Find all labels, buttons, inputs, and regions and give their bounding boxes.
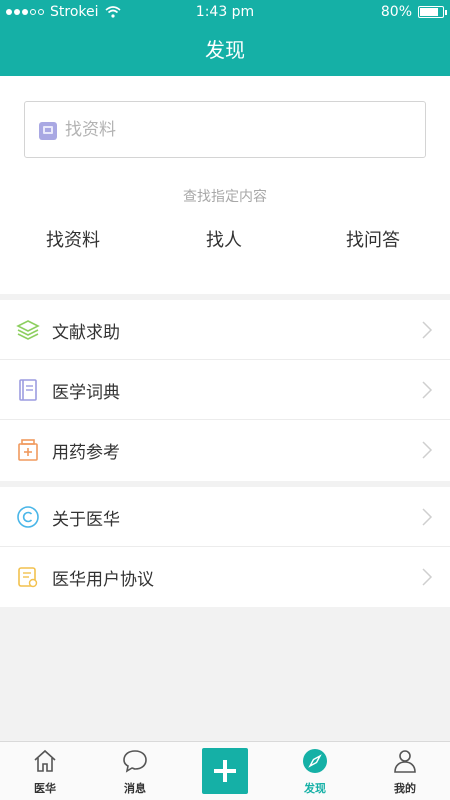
menu-group-tools: 文献求助 医学词典 用药参考 bbox=[0, 300, 450, 481]
menu-item-label: 关于医华 bbox=[52, 510, 120, 530]
tab-discover[interactable]: 发现 bbox=[270, 742, 360, 800]
search-section: 查找指定内容 找资料 找人 找问答 bbox=[0, 76, 450, 294]
document-search-icon bbox=[39, 122, 57, 140]
tab-label: 发现 bbox=[304, 782, 326, 795]
search-option-materials[interactable]: 找资料 bbox=[46, 226, 100, 252]
menu-item-user-agreement[interactable]: 医华用户协议 bbox=[0, 547, 450, 607]
book-icon bbox=[19, 379, 37, 401]
chat-icon bbox=[123, 750, 147, 773]
menu-item-medical-dictionary[interactable]: 医学词典 bbox=[0, 360, 450, 420]
medicine-icon bbox=[18, 439, 38, 461]
tab-messages[interactable]: 消息 bbox=[90, 742, 180, 800]
search-box[interactable] bbox=[24, 101, 426, 158]
tab-label: 医华 bbox=[34, 782, 56, 795]
menu-group-about: 关于医华 医华用户协议 bbox=[0, 487, 450, 607]
chevron-right-icon bbox=[422, 441, 433, 459]
person-icon bbox=[394, 750, 416, 773]
battery-icon bbox=[418, 6, 447, 18]
chevron-right-icon bbox=[422, 568, 433, 586]
chevron-right-icon bbox=[422, 508, 433, 526]
copyright-icon bbox=[17, 506, 39, 528]
search-option-qa[interactable]: 找问答 bbox=[346, 226, 400, 252]
battery-percent: 80% bbox=[380, 4, 412, 20]
plus-icon[interactable] bbox=[202, 748, 248, 794]
compass-icon bbox=[303, 749, 327, 773]
battery-info: 80% bbox=[380, 4, 447, 20]
chevron-right-icon bbox=[422, 321, 433, 339]
tab-bar: 医华 消息 发现 我的 bbox=[0, 741, 450, 800]
menu-item-drug-reference[interactable]: 用药参考 bbox=[0, 420, 450, 480]
tab-label: 消息 bbox=[124, 782, 146, 795]
menu-item-about[interactable]: 关于医华 bbox=[0, 487, 450, 547]
tab-label: 我的 bbox=[394, 782, 416, 795]
menu-item-literature-help[interactable]: 文献求助 bbox=[0, 300, 450, 360]
status-bar: Strokei 1:43 pm 80% bbox=[0, 0, 450, 26]
page-title: 发现 bbox=[205, 38, 245, 62]
home-icon bbox=[34, 749, 56, 772]
search-hint: 查找指定内容 bbox=[183, 189, 267, 205]
tab-add[interactable] bbox=[180, 742, 270, 800]
menu-item-label: 医学词典 bbox=[52, 383, 120, 403]
menu-item-label: 医华用户协议 bbox=[52, 570, 154, 590]
search-options: 找资料 找人 找问答 bbox=[0, 226, 450, 252]
tab-profile[interactable]: 我的 bbox=[360, 742, 450, 800]
chevron-right-icon bbox=[422, 381, 433, 399]
menu-item-label: 文献求助 bbox=[52, 323, 120, 343]
search-option-people[interactable]: 找人 bbox=[206, 226, 242, 252]
nav-bar: 发现 bbox=[0, 26, 450, 76]
menu-item-label: 用药参考 bbox=[52, 443, 120, 463]
layers-icon bbox=[16, 320, 40, 340]
document-icon bbox=[18, 567, 38, 588]
tab-home[interactable]: 医华 bbox=[0, 742, 90, 800]
search-input[interactable] bbox=[65, 117, 405, 143]
